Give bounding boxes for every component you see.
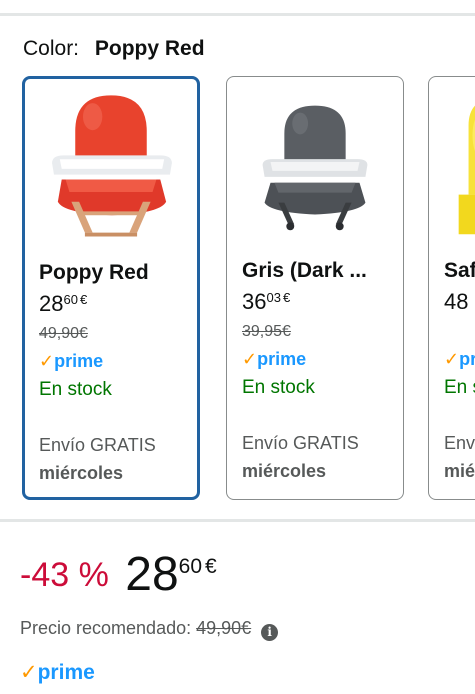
stock-status: En stock: [39, 379, 112, 400]
variant-price: 2860 €: [39, 291, 88, 316]
discount-percent: -43 %: [20, 556, 109, 594]
top-divider: [0, 13, 475, 16]
color-value: Poppy Red: [94, 37, 205, 60]
stock-status: En stock: [242, 377, 315, 398]
shipping-info: Envío GRATIS: [39, 435, 156, 455]
variant-price: 3603 €: [242, 289, 291, 314]
shipping-info: Env: [444, 433, 475, 453]
variant-card-gris[interactable]: Gris (Dark ... 3603 € 39,95€ ✓prime En st…: [226, 76, 404, 500]
prime-check-icon: ✓: [444, 349, 460, 369]
info-icon[interactable]: i: [261, 624, 279, 641]
yellow-booster-seat-image: [458, 105, 475, 235]
red-booster-seat-image: [52, 95, 172, 237]
variant-list-price: 39,95€: [242, 323, 291, 340]
deal-price-whole: 28: [125, 548, 179, 601]
variant-price: 48: [444, 289, 469, 314]
prime-check-icon: ✓: [242, 349, 258, 369]
shipping-day: miércoles: [242, 461, 327, 481]
variant-card-poppy-red[interactable]: Poppy Red 2860 € 49,90€ ✓prime En stock E…: [22, 76, 200, 500]
variant-list-price: 49,90€: [39, 325, 88, 342]
recommended-price: Precio recomendado: 49,90€ i: [20, 618, 279, 641]
prime-badge: ✓prime: [39, 351, 104, 371]
shipping-day: mié: [444, 461, 475, 481]
color-selector-label: Color: Poppy Red: [23, 37, 205, 61]
shipping-info: Envío GRATIS: [242, 433, 359, 453]
recommended-price-label: Precio recomendado:: [20, 618, 192, 638]
recommended-price-value: 49,90€: [196, 618, 252, 638]
variant-name: Poppy Red: [39, 261, 149, 284]
prime-check-icon: ✓: [20, 661, 38, 684]
prime-label: prime: [37, 661, 95, 684]
prime-check-icon: ✓: [39, 351, 55, 371]
color-variant-carousel[interactable]: Poppy Red 2860 € 49,90€ ✓prime En stock E…: [0, 74, 475, 502]
deal-price-currency: €: [205, 555, 217, 578]
deal-price: -43 % 2860 €: [20, 551, 217, 599]
prime-logo: ✓prime: [20, 660, 95, 685]
variant-name: Gris (Dark ...: [242, 259, 367, 282]
prime-badge: ✓prime: [242, 349, 307, 369]
variant-name: Saf: [444, 259, 475, 282]
section-divider: [0, 519, 475, 522]
stock-status: En s: [444, 377, 475, 398]
deal-price-fraction: 60: [178, 555, 203, 578]
variant-card-saf[interactable]: Saf 48 ✓pri En s Env mié: [428, 76, 475, 500]
shipping-day: miércoles: [39, 463, 124, 483]
grey-booster-seat-image: [262, 105, 368, 231]
prime-badge: ✓pri: [444, 349, 475, 369]
color-label: Color:: [23, 37, 80, 60]
